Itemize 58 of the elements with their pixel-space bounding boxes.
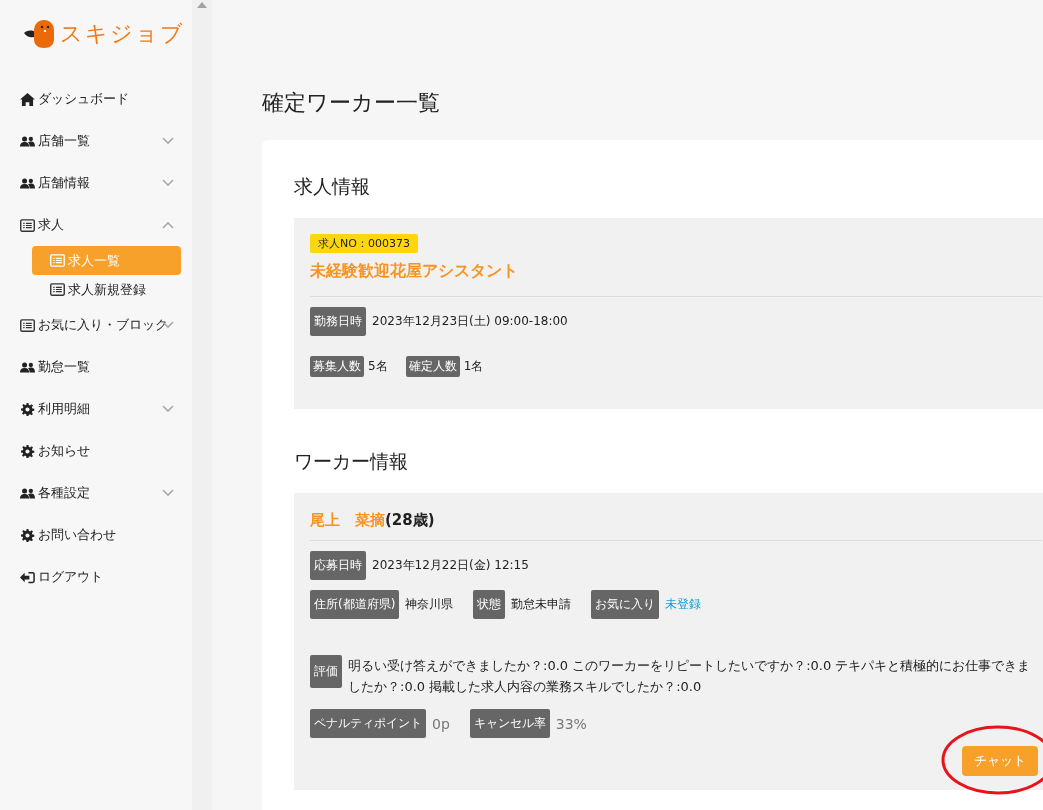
- sidebar-item[interactable]: 各種設定: [0, 472, 192, 514]
- page-title: 確定ワーカー一覧: [262, 89, 441, 117]
- field-label: キャンセル率: [469, 709, 550, 738]
- field-label: ペナルティポイント: [310, 709, 426, 738]
- field-value: 2023年12月22日(金) 12:15: [372, 557, 529, 574]
- field-label: 住所(都道府県): [310, 590, 400, 619]
- users-icon: [20, 176, 35, 190]
- list-icon: [20, 218, 35, 232]
- users-icon: [20, 134, 35, 148]
- field-label: 応募日時: [310, 551, 366, 580]
- field-value: 0p: [432, 715, 450, 732]
- sidebar-item[interactable]: お問い合わせ: [0, 514, 192, 556]
- sign-out-icon: [20, 570, 35, 584]
- gear-icon: [20, 528, 35, 542]
- field-label: お気に入り: [591, 590, 660, 619]
- field-value: 5名: [368, 358, 388, 375]
- section-heading: 求人情報: [294, 174, 371, 199]
- sidebar-item[interactable]: 求人: [0, 204, 192, 246]
- field-label: 状態: [473, 590, 506, 619]
- gear-icon: [20, 444, 35, 458]
- sidebar-item[interactable]: 店舗情報: [0, 162, 192, 204]
- gear-icon: [20, 402, 35, 416]
- sidebar-item[interactable]: 店舗一覧: [0, 120, 192, 162]
- chevron-down-icon[interactable]: [162, 405, 174, 413]
- field-value: 2023年12月23日(土) 09:00-18:00: [372, 313, 568, 330]
- scroll-up-icon[interactable]: [197, 2, 207, 8]
- field-label: 確定人数: [405, 356, 460, 377]
- field-value: 33%: [555, 715, 587, 732]
- sidebar-item[interactable]: 利用明細: [0, 388, 192, 430]
- logo-text: スキジョブ: [60, 20, 185, 48]
- sidebar-item[interactable]: ダッシュボード: [0, 78, 192, 120]
- worker-name: 尾上 菜摘: [310, 511, 385, 529]
- list-icon: [50, 254, 65, 267]
- users-icon: [20, 360, 35, 374]
- sidebar-item[interactable]: ログアウト: [0, 556, 192, 598]
- list-icon: [20, 318, 35, 332]
- job-number-badge: 求人NO：000373: [310, 234, 418, 253]
- home-icon: [20, 92, 35, 106]
- section-heading: ワーカー情報: [294, 449, 409, 474]
- field-value: 1名: [463, 358, 484, 375]
- sidebar-subitem[interactable]: 求人新規登録: [32, 275, 181, 304]
- list-icon: [50, 283, 65, 296]
- rating-text: 明るい受け答えができましたか？:0.0 このワーカーをリピートしたいですか？:0.0 テキパキと積極的にお仕事できましたか？:0.0 掲載した求人内容の業務スキルでしたか？:0.0: [348, 657, 1032, 696]
- sidebar-item[interactable]: 勤怠一覧: [0, 346, 192, 388]
- users-icon: [20, 486, 35, 500]
- chevron-down-icon[interactable]: [162, 489, 174, 497]
- field-value: 神奈川県: [405, 596, 454, 613]
- sidebar-item[interactable]: お知らせ: [0, 430, 192, 472]
- beaver-logo-icon: [22, 19, 56, 49]
- field-label: 募集人数: [310, 356, 364, 377]
- chevron-down-icon[interactable]: [162, 179, 174, 187]
- field-label: 勤務日時: [310, 307, 366, 336]
- chevron-down-icon[interactable]: [162, 137, 174, 145]
- worker-age: (28歳): [385, 511, 435, 529]
- field-label: 評価: [310, 655, 342, 688]
- chevron-up-icon[interactable]: [162, 221, 174, 229]
- job-title: 未経験歓迎花屋アシスタント: [310, 261, 519, 282]
- field-value: 勤怠未申請: [511, 596, 572, 613]
